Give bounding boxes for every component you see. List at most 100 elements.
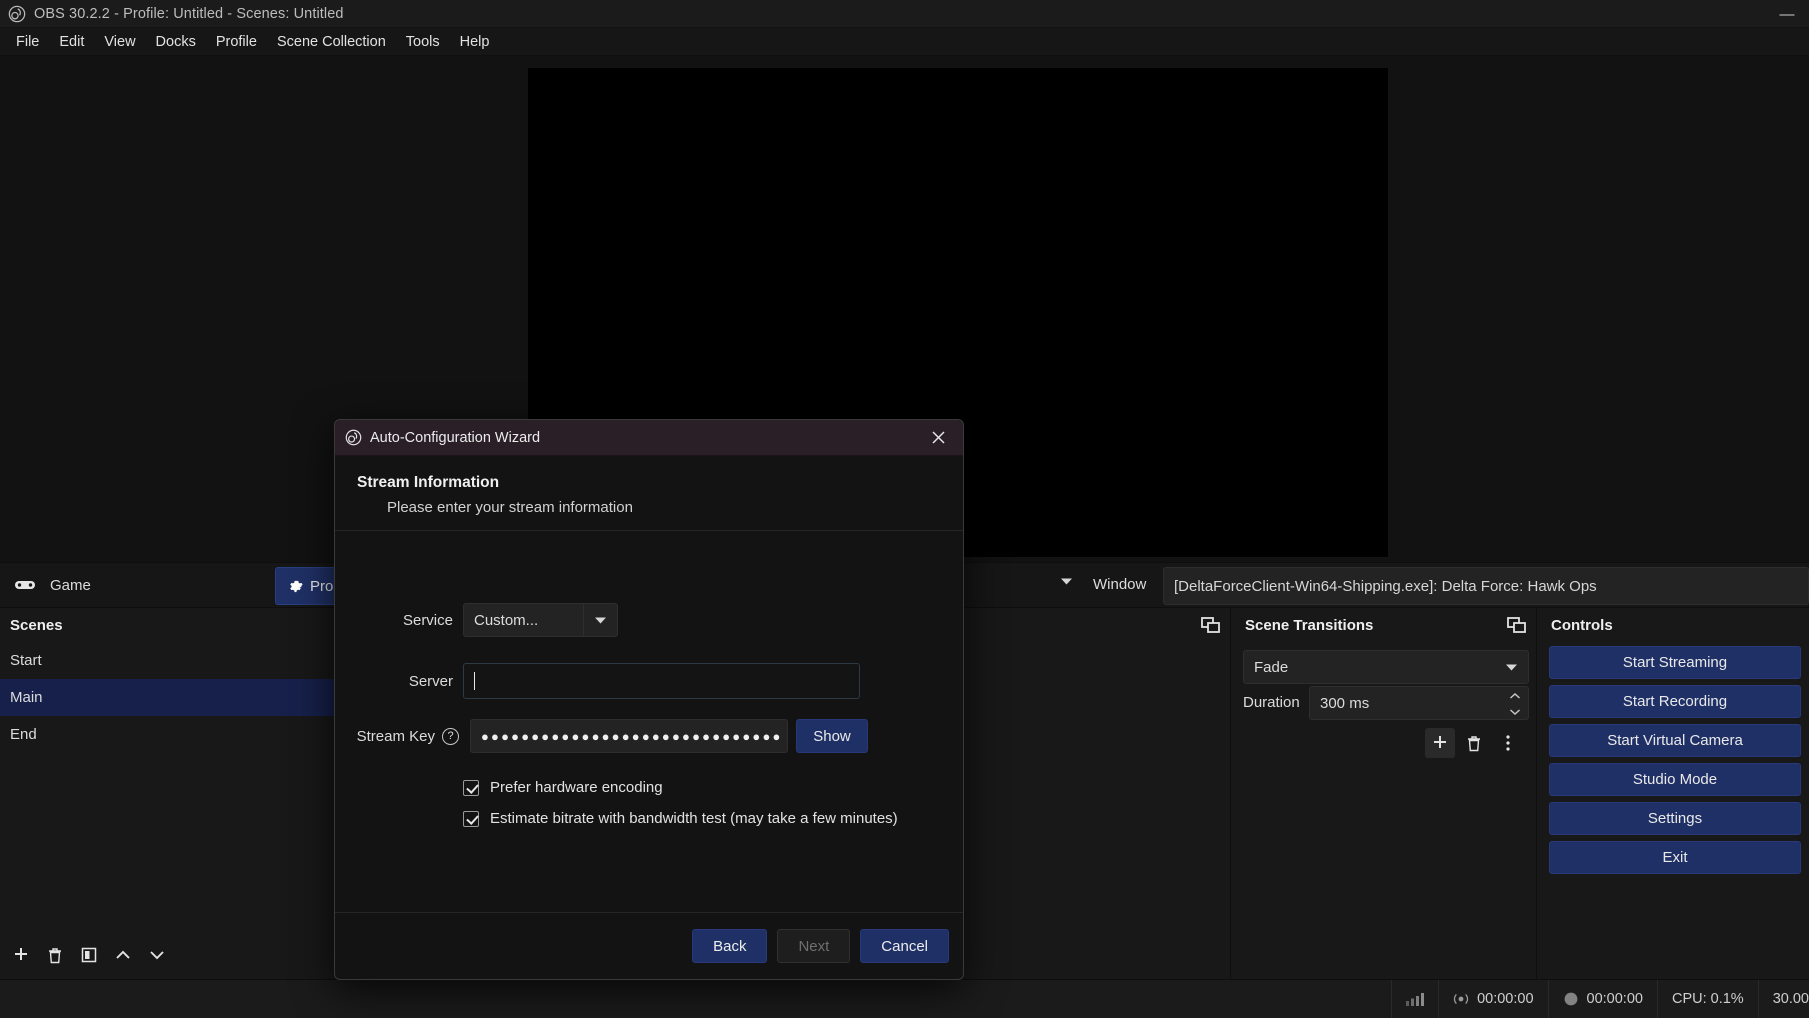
window-title: OBS 30.2.2 - Profile: Untitled - Scenes:…: [34, 5, 344, 22]
remove-transition-button[interactable]: [1459, 728, 1489, 758]
duration-decrement-button[interactable]: [1503, 704, 1527, 720]
undock-icon[interactable]: [1201, 616, 1220, 634]
cancel-button[interactable]: Cancel: [860, 929, 949, 963]
record-time: 00:00:00: [1586, 991, 1643, 1007]
menu-item-help[interactable]: Help: [450, 30, 500, 54]
back-button[interactable]: Back: [692, 929, 768, 963]
service-label: Service: [402, 611, 453, 629]
stream-key-input[interactable]: ●●●●●●●●●●●●●●●●●●●●●●●●●●●●●●: [470, 719, 788, 753]
server-input[interactable]: [463, 663, 860, 699]
service-select-value: Custom...: [474, 611, 539, 629]
show-stream-key-button[interactable]: Show: [796, 719, 868, 753]
cpu-usage: CPU: 0.1%: [1656, 979, 1758, 1018]
text-cursor: [474, 672, 475, 690]
dialog-footer: Back Next Cancel: [335, 912, 963, 979]
start-virtual-camera-button[interactable]: Start Virtual Camera: [1549, 724, 1801, 757]
scene-filters-button[interactable]: [74, 940, 104, 970]
window-select-value[interactable]: [DeltaForceClient-Win64-Shipping.exe]: D…: [1163, 567, 1809, 605]
dialog-title: Auto-Configuration Wizard: [370, 429, 541, 446]
start-streaming-button[interactable]: Start Streaming: [1549, 646, 1801, 679]
estimate-bitrate-label: Estimate bitrate with bandwidth test (ma…: [490, 810, 898, 827]
signal-status: [1391, 979, 1438, 1018]
duration-stepper[interactable]: [1503, 688, 1527, 720]
dialog-body: Service Custom... Server Stream Key ? ●●…: [335, 531, 963, 883]
transition-buttons: [1425, 728, 1523, 758]
source-name-label: Game: [50, 576, 91, 594]
menu-item-scene-collection[interactable]: Scene Collection: [267, 30, 396, 54]
duration-value: 300 ms: [1320, 694, 1370, 712]
scenes-dock-header: Scenes: [0, 608, 376, 642]
estimate-bitrate-checkbox[interactable]: [463, 810, 479, 827]
dialog-header: Stream Information Please enter your str…: [335, 456, 963, 531]
dialog-subheading: Please enter your stream information: [387, 499, 633, 516]
close-icon[interactable]: [923, 425, 953, 451]
controls-dock-header: Controls: [1541, 608, 1809, 642]
stream-time: 00:00:00: [1477, 991, 1534, 1007]
scenes-toolbar: [0, 931, 376, 979]
gamepad-icon: [14, 578, 36, 592]
menu-item-edit[interactable]: Edit: [49, 30, 94, 54]
duration-increment-button[interactable]: [1503, 688, 1527, 704]
kebab-menu-icon[interactable]: [1493, 728, 1523, 758]
service-row: Service Custom...: [335, 603, 923, 637]
prefer-hardware-encoding-label: Prefer hardware encoding: [490, 779, 663, 796]
scene-item-start[interactable]: Start: [0, 642, 376, 679]
prefer-hardware-encoding-checkbox[interactable]: [463, 779, 479, 796]
menu-item-tools[interactable]: Tools: [396, 30, 450, 54]
dialog-title-bar: Auto-Configuration Wizard: [335, 420, 963, 456]
scene-item-main[interactable]: Main: [0, 679, 376, 716]
menu-item-view[interactable]: View: [94, 30, 145, 54]
transition-select-value: Fade: [1254, 658, 1289, 676]
scenes-dock-title: Scenes: [10, 616, 63, 634]
window-select-label: Window: [1093, 576, 1147, 593]
service-select[interactable]: Custom...: [463, 603, 618, 637]
menu-bar: File Edit View Docks Profile Scene Colle…: [0, 28, 1809, 56]
chevron-down-icon: [583, 604, 617, 636]
menu-item-file[interactable]: File: [6, 30, 49, 54]
start-recording-button[interactable]: Start Recording: [1549, 685, 1801, 718]
add-scene-button[interactable]: [6, 940, 36, 970]
signal-bars-icon: [1406, 992, 1425, 1006]
fps-value: 30.00: [1757, 979, 1809, 1018]
duration-input[interactable]: 300 ms: [1309, 686, 1529, 720]
prefer-hardware-encoding-checkbox-row[interactable]: Prefer hardware encoding: [463, 779, 663, 796]
dialog-heading: Stream Information: [357, 474, 500, 491]
record-dot-icon: [1563, 991, 1579, 1007]
server-row: Server: [335, 663, 923, 699]
window-controls: —: [1765, 0, 1809, 28]
estimate-bitrate-checkbox-row[interactable]: Estimate bitrate with bandwidth test (ma…: [463, 810, 963, 836]
settings-button[interactable]: Settings: [1549, 802, 1801, 835]
auto-configuration-wizard-dialog: Auto-Configuration Wizard Stream Informa…: [334, 419, 964, 980]
server-label: Server: [408, 672, 453, 690]
move-scene-up-button[interactable]: [108, 940, 138, 970]
add-transition-button[interactable]: [1425, 728, 1455, 758]
gear-icon: [288, 579, 303, 594]
move-scene-down-button[interactable]: [142, 940, 172, 970]
transition-select[interactable]: Fade: [1243, 650, 1529, 684]
scene-list[interactable]: Start Main End: [0, 642, 376, 927]
duration-label: Duration: [1243, 694, 1300, 711]
title-bar: OBS 30.2.2 - Profile: Untitled - Scenes:…: [0, 0, 1809, 28]
menu-item-docks[interactable]: Docks: [146, 30, 206, 54]
obs-logo-icon: [8, 5, 26, 23]
transitions-dock-title: Scene Transitions: [1245, 616, 1374, 634]
chevron-down-icon: [1505, 663, 1518, 672]
scenes-dock: Scenes Start Main End: [0, 608, 377, 979]
exit-button[interactable]: Exit: [1549, 841, 1801, 874]
studio-mode-button[interactable]: Studio Mode: [1549, 763, 1801, 796]
scene-transitions-dock: Scene Transitions Fade Duration 300 ms: [1235, 608, 1537, 979]
chevron-down-icon[interactable]: [1060, 577, 1073, 586]
controls-dock-title: Controls: [1551, 616, 1613, 634]
controls-dock: Controls Start Streaming Start Recording…: [1541, 608, 1809, 979]
controls-list: Start Streaming Start Recording Start Vi…: [1549, 646, 1801, 874]
undock-icon[interactable]: [1507, 616, 1526, 634]
record-time-status: 00:00:00: [1547, 979, 1657, 1018]
menu-item-profile[interactable]: Profile: [206, 30, 267, 54]
help-icon[interactable]: ?: [442, 727, 459, 745]
scene-item-end[interactable]: End: [0, 716, 376, 753]
stream-key-label: Stream Key: [356, 727, 435, 745]
transitions-dock-header: Scene Transitions: [1235, 608, 1536, 642]
status-bar: 00:00:00 00:00:00 CPU: 0.1% 30.00: [0, 979, 1809, 1018]
minimize-button[interactable]: —: [1765, 0, 1809, 28]
remove-scene-button[interactable]: [40, 940, 70, 970]
